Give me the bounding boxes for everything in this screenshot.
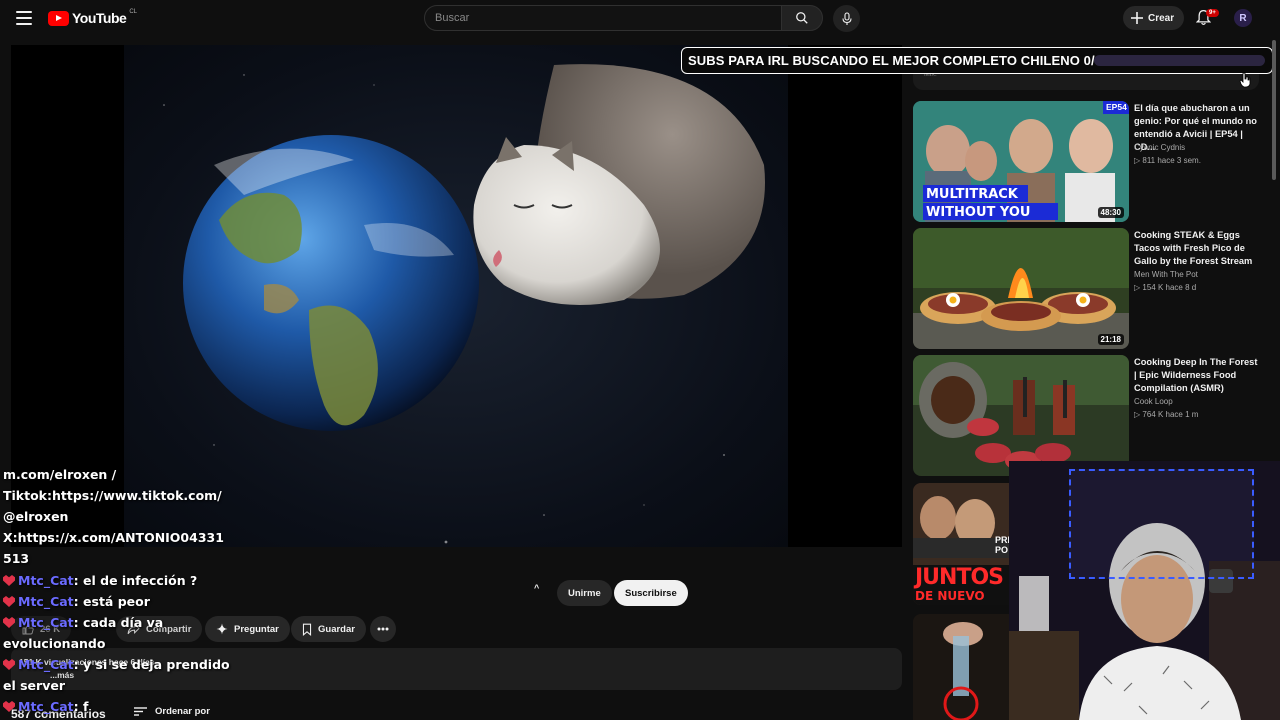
episode-badge: EP54 [1106,102,1127,112]
chat-message: Mtc_Cat: f [3,696,243,717]
stream-link-line: m.com/elroxen / [3,467,117,482]
chat-text: el de infección ? [83,573,198,588]
chat-username: Mtc_Cat [18,594,74,609]
heart-badge-icon [3,701,15,712]
expand-caret[interactable]: ^ [534,583,539,593]
thumbnail-caption: JUNTOS [915,565,1004,590]
video-duration: 21:18 [1097,334,1124,345]
more-actions-button[interactable] [370,616,396,642]
save-button[interactable]: Guardar [291,616,366,642]
video-title[interactable]: Cooking Deep In The Forest | Epic Wilder… [1134,356,1262,395]
goal-progress-bar [1094,55,1265,66]
video-meta: ▷ 764 K hace 1 m [1134,410,1199,419]
subs-goal-overlay: SUBS PARA IRL BUSCANDO EL MEJOR COMPLETO… [681,47,1273,74]
thumbnail-image [913,228,1129,349]
video-thumbnail[interactable]: 21:18 [913,228,1129,349]
search-input[interactable] [435,12,781,24]
join-button[interactable]: Unirme [557,580,612,606]
chat-text: f [83,699,89,714]
search-button[interactable] [781,5,823,31]
youtube-play-icon [48,10,69,26]
stream-link-line: 513 [3,551,30,566]
thumbnail-caption: PO [995,545,1009,555]
chat-message: Mtc_Cat: y si se deja prendido [3,654,243,675]
recommendation-thumbnail-partial[interactable]: PRE PO JUNTOS DE NUEVO [913,483,1009,605]
plus-icon [1131,12,1143,24]
video-thumbnail[interactable]: MULTITRACK WITHOUT YOU EP54 48:30 [913,101,1129,222]
more-horizontal-icon [377,627,389,631]
heart-badge-icon [3,617,15,628]
recommendation-item[interactable]: Cooking Deep In The Forest | Epic Wilder… [913,355,1263,476]
thumbnail-caption: DE NUEVO [915,589,985,603]
thumbnail-caption: WITHOUT YOU [926,205,1031,220]
stream-link-line: Tiktok:https://www.tiktok.com/ [3,488,222,503]
create-button[interactable]: Crear [1123,6,1185,30]
stream-link-line: @elroxen [3,509,69,524]
video-duration: 48:30 [1097,207,1124,218]
chat-message: evolucionando [3,636,106,651]
video-title[interactable]: Cooking STEAK & Eggs Tacos with Fresh Pi… [1134,229,1262,268]
webcam-led-frame [1069,469,1254,579]
chat-username: Mtc_Cat [18,657,74,672]
thumbnail-caption: PRE [995,535,1009,545]
thumbnail-image [913,355,1129,476]
top-bar: YouTube CL Crear 9+ R [0,0,1280,36]
youtube-logo[interactable]: YouTube CL [48,9,137,26]
streamer-webcam [1009,461,1280,720]
voice-search-button[interactable] [833,5,860,32]
search-box [424,5,782,31]
save-label: Guardar [318,623,355,635]
recommendation-thumbnail-partial[interactable] [913,614,1009,720]
thumbnail-image [913,101,1129,222]
heart-badge-icon [3,575,15,586]
recommendation-item[interactable]: 21:18 Cooking STEAK & Eggs Tacos with Fr… [913,228,1263,349]
notifications-badge: 9+ [1206,9,1219,17]
video-thumbnail[interactable] [913,355,1129,476]
recommendation-item[interactable]: MULTITRACK WITHOUT YOU EP54 48:30 El día… [913,101,1263,222]
chat-username: Mtc_Cat [18,699,74,714]
create-label: Crear [1148,12,1175,24]
heart-badge-icon [3,596,15,607]
youtube-watch-page: YouTube CL Crear 9+ R [0,0,1280,720]
chat-text: cada día va [83,615,164,630]
goal-text: SUBS PARA IRL BUSCANDO EL MEJOR COMPLETO… [688,53,1103,68]
video-meta: ▷ 811 hace 3 sem. [1134,156,1201,165]
heart-badge-icon [3,659,15,670]
logo-text: YouTube [72,10,127,26]
chat-username: Mtc_Cat [18,615,74,630]
channel-name[interactable]: Cyanic Cydnis [1134,143,1185,152]
video-meta: ▷ 154 K hace 8 d [1134,283,1197,292]
chat-message: el server [3,678,65,693]
streamer-links: m.com/elroxen / Tiktok:https://www.tikto… [3,464,243,569]
thumbnail-caption: MULTITRACK [926,187,1018,202]
microphone-icon [841,11,852,25]
chat-username: Mtc_Cat [18,573,74,588]
account-avatar[interactable]: R [1234,9,1252,27]
channel-name[interactable]: Cook Loop [1134,397,1173,406]
page-scrollbar[interactable] [1272,40,1276,180]
chat-message: Mtc_Cat: cada día va [3,612,243,633]
search-icon [796,12,808,24]
stream-link-line: X:https://x.com/ANTONIO04331 [3,530,224,545]
menu-icon[interactable] [16,11,32,25]
subscribe-button[interactable]: Suscribirse [614,580,688,606]
chat-text: está peor [83,594,150,609]
bookmark-icon [302,623,312,636]
hand-cursor-icon [1239,72,1251,93]
chat-message: Mtc_Cat: está peor [3,591,243,612]
logo-country: CL [129,9,137,15]
channel-name[interactable]: Men With The Pot [1134,270,1198,279]
chat-text: y si se deja prendido [83,657,230,672]
thumbnail-image [913,614,1009,720]
chat-message: Mtc_Cat: el de infección ? [3,570,243,591]
stream-chat-overlay: Mtc_Cat: el de infección ? Mtc_Cat: está… [3,570,243,717]
